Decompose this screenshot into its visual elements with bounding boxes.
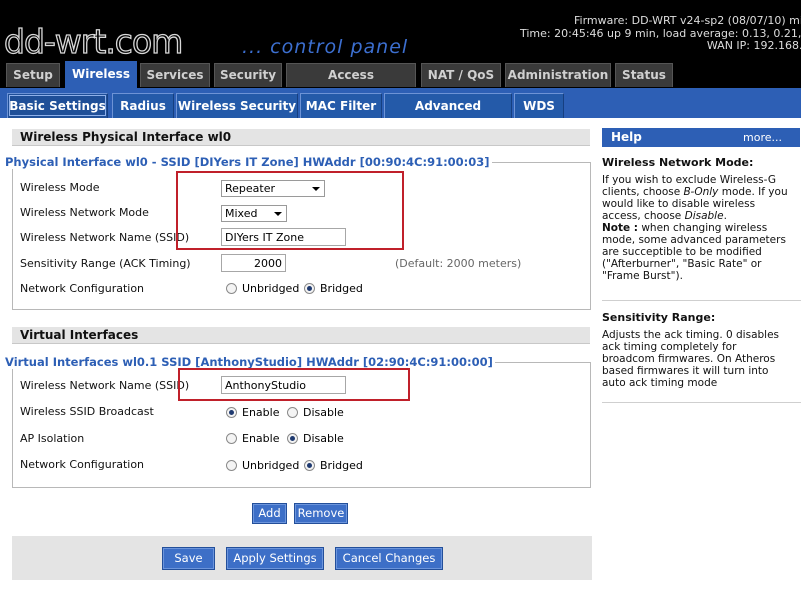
sensitivity-input[interactable] [221,254,286,272]
ssid-broadcast-label: Wireless SSID Broadcast [20,405,154,418]
disable-label: Disable [303,432,344,445]
radio-checked-icon [287,433,298,444]
network-configuration-label: Network Configuration [20,282,145,295]
network-mode-value: Mixed [225,207,258,220]
control-panel-title: ... control panel [242,36,409,58]
tab-nat-qos[interactable]: NAT / QoS [421,63,501,87]
radio-icon [287,407,298,418]
apply-settings-button[interactable]: Apply Settings [226,547,324,570]
wireless-mode-value: Repeater [225,182,276,195]
ssid-label: Wireless Network Name (SSID) [20,231,190,244]
help-mode-text: If you wish to exclude Wireless-G client… [602,174,792,282]
sensitivity-default-hint: (Default: 2000 meters) [395,257,522,270]
logo-main-text: dd-wrt [3,21,107,61]
main-nav: Setup Wireless Services Security Access … [0,61,801,105]
help-divider [602,300,801,301]
virtual-ssid-label: Wireless Network Name (SSID) [20,379,190,392]
tab-access-restrictions[interactable]: Access Restrictions [286,63,416,105]
subtab-wireless-security[interactable]: Wireless Security [176,93,298,118]
help-mode-bonly: B-Only [683,186,719,198]
unbridged-label: Unbridged [242,282,300,295]
ddwrt-logo: dd-wrt.com [3,21,184,62]
virtual-bridged-radio[interactable]: Bridged [304,459,363,472]
help-note-label: Note : [602,222,638,234]
help-mode-text-part: . [723,210,727,222]
sub-nav: Basic Settings Radius Wireless Security … [0,88,801,137]
chevron-down-icon [312,187,320,191]
help-header: Help more... [602,128,800,147]
remove-button[interactable]: Remove [294,503,348,524]
bridged-label: Bridged [320,459,363,472]
subtab-advanced-settings[interactable]: Advanced Settings [384,93,512,137]
help-divider [602,402,801,403]
virtual-interface-legend: Virtual Interfaces wl0.1 SSID [AnthonySt… [5,355,495,369]
enable-label: Enable [242,432,280,445]
radio-icon [226,433,237,444]
help-sensitivity-title: Sensitivity Range: [602,311,716,324]
virtual-network-configuration-label: Network Configuration [20,458,145,471]
enable-label: Enable [242,406,280,419]
help-mode-title: Wireless Network Mode: [602,156,754,169]
broadcast-enable-radio[interactable]: Enable [226,406,279,419]
unbridged-label: Unbridged [242,459,300,472]
subtab-mac-filter[interactable]: MAC Filter [300,93,382,118]
wan-ip-text: WAN IP: 192.168.1.6 [706,39,801,52]
radio-icon [226,283,237,294]
help-title: Help [611,130,642,144]
ap-isolation-label: AP Isolation [20,432,85,445]
tab-services[interactable]: Services [140,63,210,87]
help-sensitivity-text: Adjusts the ack timing. 0 disables ack t… [602,329,780,389]
ssid-input[interactable] [221,228,346,246]
bridged-label: Bridged [320,282,363,295]
header: dd-wrt.com ... control panel Firmware: D… [0,0,801,66]
tab-wireless[interactable]: Wireless [65,61,137,89]
radio-icon [226,460,237,471]
radio-checked-icon [304,460,315,471]
tab-status[interactable]: Status [615,63,673,87]
tab-setup[interactable]: Setup [6,63,60,87]
unbridged-radio[interactable]: Unbridged [226,282,299,295]
wireless-mode-label: Wireless Mode [20,181,100,194]
status-info: Firmware: DD-WRT v24-sp2 (08/07/10) micr… [520,14,801,53]
physical-interface-legend: Physical Interface wl0 - SSID [DIYers IT… [5,155,492,169]
isolation-enable-radio[interactable]: Enable [226,432,279,445]
disable-label: Disable [303,406,344,419]
sensitivity-label: Sensitivity Range (ACK Timing) [20,257,191,270]
virtual-unbridged-radio[interactable]: Unbridged [226,459,299,472]
virtual-interfaces-section-title: Virtual Interfaces [12,327,590,344]
tab-administration[interactable]: Administration [505,63,611,87]
network-mode-label: Wireless Network Mode [20,206,149,219]
subtab-basic-settings[interactable]: Basic Settings [7,93,108,118]
add-button[interactable]: Add [252,503,287,524]
radio-checked-icon [226,407,237,418]
broadcast-disable-radio[interactable]: Disable [287,406,344,419]
virtual-ssid-input[interactable] [221,376,346,394]
isolation-disable-radio[interactable]: Disable [287,432,344,445]
chevron-down-icon [274,212,282,216]
radio-checked-icon [304,283,315,294]
bridged-radio[interactable]: Bridged [304,282,363,295]
subtab-wds[interactable]: WDS [514,93,564,118]
physical-interface-section-title: Wireless Physical Interface wl0 [12,129,590,146]
subtab-radius[interactable]: Radius [112,93,174,118]
help-mode-disable: Disable [684,210,724,222]
logo-suffix-text: .com [105,21,184,61]
help-more-link[interactable]: more... [743,128,782,147]
network-mode-select[interactable]: Mixed [221,205,287,222]
firmware-text: Firmware: DD-WRT v24-sp2 (08/07/10) micr… [573,14,801,27]
cancel-changes-button[interactable]: Cancel Changes [335,547,443,570]
wireless-mode-select[interactable]: Repeater [221,180,325,197]
save-button[interactable]: Save [162,547,215,570]
tab-security[interactable]: Security [214,63,282,87]
